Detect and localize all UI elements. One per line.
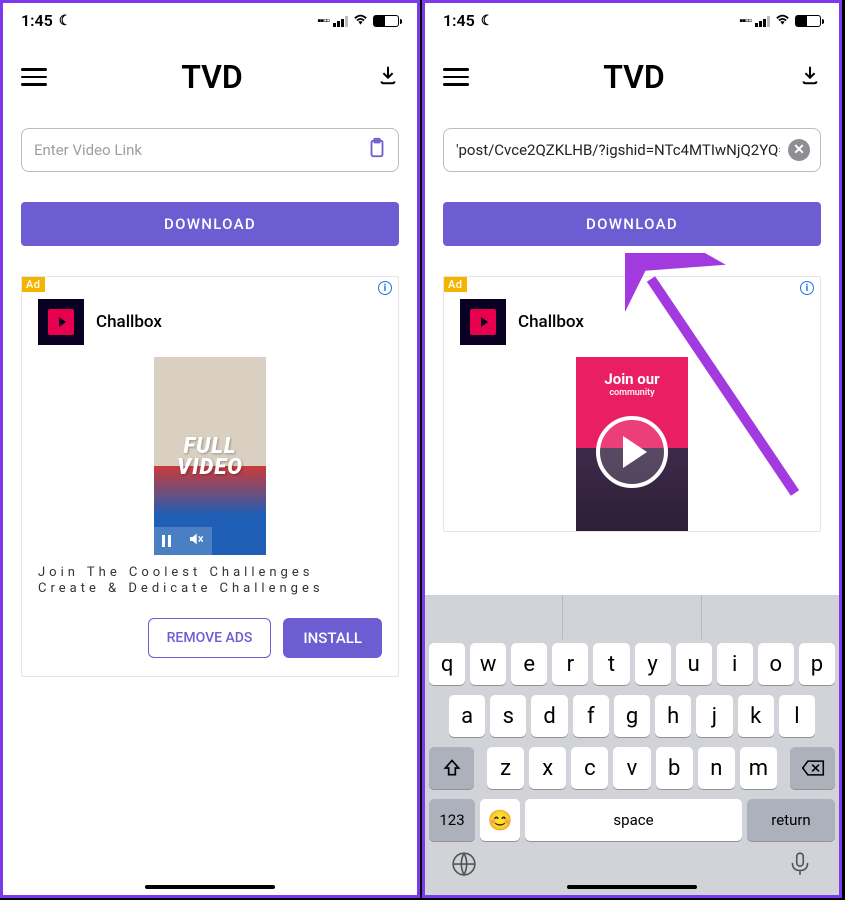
key-f[interactable]: f — [573, 695, 609, 737]
ad-card: Ad i Challbox Join our community — [443, 276, 821, 532]
status-bar: 1:45 ☾ ▪▪▫▫ — [425, 3, 839, 34]
remove-ads-button[interactable]: REMOVE ADS — [148, 618, 272, 658]
ad-brand-name: Challbox — [518, 312, 584, 332]
key-j[interactable]: j — [696, 695, 732, 737]
phone-right: 1:45 ☾ ▪▪▫▫ TVD ✕ — [422, 0, 842, 898]
battery-icon — [373, 15, 399, 27]
ad-thumb2-sub: community — [609, 388, 654, 398]
wifi-icon — [352, 11, 369, 30]
key-y[interactable]: y — [635, 643, 671, 685]
dnd-moon-icon: ☾ — [59, 13, 72, 29]
install-button[interactable]: INSTALL — [283, 618, 382, 658]
ad-info-icon[interactable]: i — [378, 281, 392, 295]
key-i[interactable]: i — [717, 643, 753, 685]
ad-video-controls[interactable] — [154, 527, 212, 555]
backspace-key[interactable] — [790, 747, 835, 789]
ad-info-icon[interactable]: i — [800, 281, 814, 295]
signal-bars-icon — [755, 15, 770, 27]
key-v[interactable]: v — [613, 747, 650, 789]
menu-icon[interactable] — [443, 68, 469, 86]
url-input-box[interactable]: ✕ — [443, 128, 821, 172]
dnd-moon-icon: ☾ — [481, 13, 494, 29]
mic-icon[interactable] — [787, 851, 813, 881]
space-key[interactable]: space — [525, 799, 742, 841]
key-w[interactable]: w — [470, 643, 506, 685]
keyboard[interactable]: qwertyuiop asdfghjkl zxcvbnm 123 😊 space… — [425, 595, 839, 895]
key-x[interactable]: x — [529, 747, 566, 789]
key-d[interactable]: d — [531, 695, 567, 737]
url-input[interactable] — [456, 141, 780, 159]
clear-input-icon[interactable]: ✕ — [788, 139, 810, 161]
phone-left: 1:45 ☾ ▪▪▫▫ TVD — [0, 0, 420, 898]
app-title: TVD — [181, 58, 243, 96]
ad-brand-name: Challbox — [96, 312, 162, 332]
home-indicator[interactable] — [145, 885, 275, 890]
key-b[interactable]: b — [656, 747, 693, 789]
pause-icon[interactable] — [162, 535, 171, 547]
emoji-key[interactable]: 😊 — [480, 799, 520, 841]
ad-thumb-text-2: VIDEO — [154, 458, 266, 479]
status-time: 1:45 — [443, 11, 475, 30]
signal-bars-icon — [333, 15, 348, 27]
keyboard-suggestions[interactable] — [425, 595, 839, 639]
key-p[interactable]: p — [799, 643, 835, 685]
key-n[interactable]: n — [698, 747, 735, 789]
download-button[interactable]: DOWNLOAD — [21, 202, 399, 246]
battery-icon — [795, 15, 821, 27]
key-t[interactable]: t — [593, 643, 629, 685]
key-r[interactable]: r — [552, 643, 588, 685]
cellular-icon: ▪▪▫▫ — [739, 14, 751, 27]
menu-icon[interactable] — [21, 68, 47, 86]
globe-icon[interactable] — [451, 851, 477, 881]
key-s[interactable]: s — [490, 695, 526, 737]
key-c[interactable]: c — [571, 747, 608, 789]
mute-icon[interactable] — [188, 531, 204, 551]
keyboard-row-bottom: 123 😊 space return — [429, 799, 835, 841]
ad-badge: Ad — [444, 277, 467, 292]
url-input[interactable] — [34, 141, 358, 159]
wifi-icon — [774, 11, 791, 30]
key-g[interactable]: g — [614, 695, 650, 737]
ad-badge: Ad — [22, 277, 45, 292]
key-e[interactable]: e — [511, 643, 547, 685]
ad-thumb2-title: Join our — [604, 371, 659, 388]
numeric-key[interactable]: 123 — [429, 799, 475, 841]
key-m[interactable]: m — [740, 747, 777, 789]
key-k[interactable]: k — [738, 695, 774, 737]
key-u[interactable]: u — [676, 643, 712, 685]
ad-card: Ad i Challbox FULL VIDEO — [21, 276, 399, 677]
ad-video-thumbnail[interactable]: FULL VIDEO — [154, 357, 266, 555]
shift-key[interactable] — [429, 747, 474, 789]
app-title: TVD — [603, 58, 665, 96]
ad-brand-logo — [38, 299, 84, 345]
downloads-icon[interactable] — [799, 64, 821, 90]
keyboard-row-3: zxcvbnm — [429, 747, 835, 789]
key-z[interactable]: z — [487, 747, 524, 789]
ad-description: Join The Coolest Challenges Create & Ded… — [22, 563, 398, 600]
return-key[interactable]: return — [747, 799, 835, 841]
key-h[interactable]: h — [655, 695, 691, 737]
ad-video-thumbnail[interactable]: Join our community — [576, 357, 688, 532]
status-time: 1:45 — [21, 11, 53, 30]
keyboard-row-2: asdfghjkl — [429, 695, 835, 737]
url-input-box[interactable] — [21, 128, 399, 172]
key-l[interactable]: l — [779, 695, 815, 737]
download-button[interactable]: DOWNLOAD — [443, 202, 821, 246]
cellular-icon: ▪▪▫▫ — [317, 14, 329, 27]
status-bar: 1:45 ☾ ▪▪▫▫ — [3, 3, 417, 34]
key-o[interactable]: o — [758, 643, 794, 685]
key-a[interactable]: a — [449, 695, 485, 737]
clipboard-icon[interactable] — [366, 137, 388, 163]
downloads-icon[interactable] — [377, 64, 399, 90]
app-header: TVD — [425, 34, 839, 106]
play-overlay-icon[interactable] — [596, 416, 668, 488]
home-indicator[interactable] — [567, 885, 697, 890]
ad-brand-logo — [460, 299, 506, 345]
key-q[interactable]: q — [429, 643, 465, 685]
keyboard-row-1: qwertyuiop — [429, 643, 835, 685]
app-header: TVD — [3, 34, 417, 106]
